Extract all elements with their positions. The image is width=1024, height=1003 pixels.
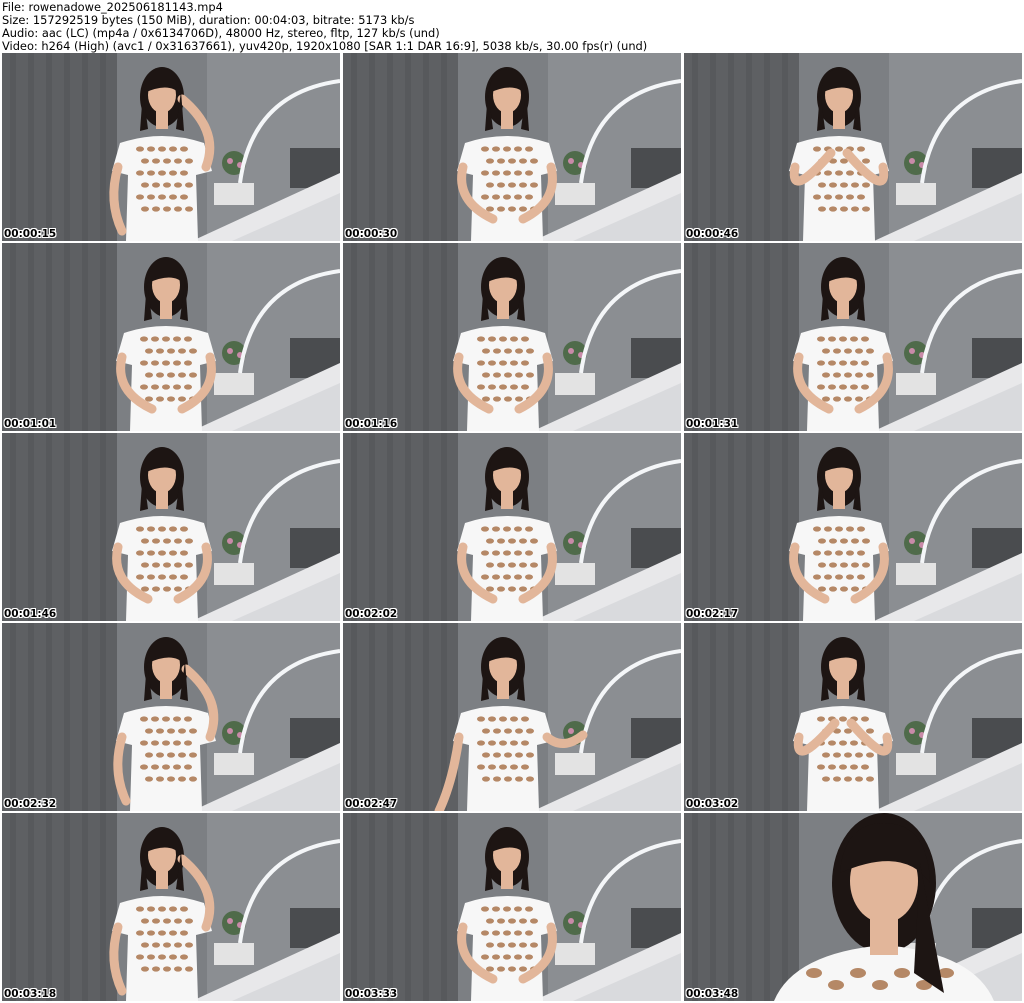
thumbnail-image (2, 433, 340, 621)
video-thumbnail: 00:03:18 (2, 813, 340, 1001)
video-thumbnail: 00:03:02 (684, 623, 1022, 811)
video-thumbnail: 00:01:31 (684, 243, 1022, 431)
thumbnail-timestamp: 00:02:17 (686, 608, 739, 620)
thumbnail-timestamp: 00:03:02 (686, 798, 739, 810)
thumbnail-image (2, 243, 340, 431)
thumbnail-grid: 00:00:15 00:00:30 00:00:46 00:01:01 00:01:16… (2, 53, 1022, 1001)
thumbnail-timestamp: 00:03:18 (4, 988, 57, 1000)
video-thumbnail: 00:01:01 (2, 243, 340, 431)
thumbnail-image (2, 53, 340, 241)
thumbnail-timestamp: 00:02:47 (345, 798, 398, 810)
thumbnail-timestamp: 00:03:48 (686, 988, 739, 1000)
thumbnail-timestamp: 00:03:33 (345, 988, 398, 1000)
video-thumbnail: 00:02:17 (684, 433, 1022, 621)
video-thumbnail: 00:00:15 (2, 53, 340, 241)
thumbnail-timestamp: 00:02:02 (345, 608, 398, 620)
thumbnail-image (343, 53, 681, 241)
thumbnail-image (2, 623, 340, 811)
thumbnail-image (343, 813, 681, 1001)
thumbnail-image (684, 433, 1022, 621)
video-thumbnail: 00:00:30 (343, 53, 681, 241)
video-thumbnail: 00:00:46 (684, 53, 1022, 241)
thumbnail-timestamp: 00:00:30 (345, 228, 398, 240)
thumbnail-timestamp: 00:01:46 (4, 608, 57, 620)
video-thumbnail: 00:02:02 (343, 433, 681, 621)
thumbnail-image (684, 53, 1022, 241)
video-info-line: Video: h264 (High) (avc1 / 0x31637661), … (2, 39, 648, 53)
thumbnail-timestamp: 00:00:15 (4, 228, 57, 240)
video-thumbnail: 00:03:48 (684, 813, 1022, 1001)
video-thumbnail: 00:01:46 (2, 433, 340, 621)
video-thumbnail: 00:02:47 (343, 623, 681, 811)
thumbnail-timestamp: 00:00:46 (686, 228, 739, 240)
video-thumbnail: 00:03:33 (343, 813, 681, 1001)
video-thumbnail: 00:02:32 (2, 623, 340, 811)
video-thumbnail: 00:01:16 (343, 243, 681, 431)
thumbnail-timestamp: 00:02:32 (4, 798, 57, 810)
file-info-header: File: rowenadowe_202506181143.mp4 Size: … (2, 0, 1022, 53)
thumbnail-image (684, 623, 1022, 811)
thumbnail-image (343, 433, 681, 621)
thumbnail-image (343, 243, 681, 431)
thumbnail-timestamp: 00:01:31 (686, 418, 739, 430)
thumbnail-image (2, 813, 340, 1001)
thumbnail-timestamp: 00:01:16 (345, 418, 398, 430)
thumbnail-timestamp: 00:01:01 (4, 418, 57, 430)
thumbnail-image (684, 243, 1022, 431)
thumbnail-image (343, 623, 681, 811)
thumbnail-image (684, 813, 1022, 1001)
